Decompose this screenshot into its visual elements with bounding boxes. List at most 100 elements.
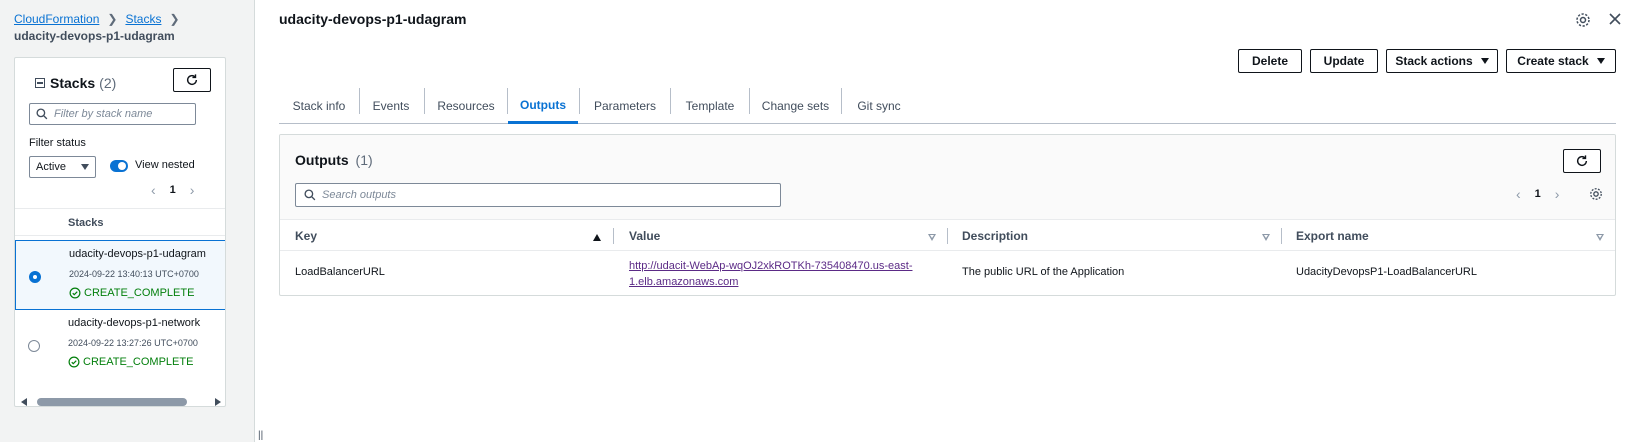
chevron-right-icon: ❯ — [169, 12, 180, 26]
column-header-description[interactable]: Description — [962, 221, 1028, 251]
filter-stack-input[interactable]: Filter by stack name — [29, 103, 196, 125]
url-line-1: http://udacit-WebAp-wqOJ2xkROTKh-7354084… — [629, 260, 913, 272]
scroll-left-icon[interactable] — [21, 398, 27, 406]
scrollbar-thumb[interactable] — [37, 398, 187, 406]
url-line-2: 1.elb.amazonaws.com — [629, 276, 739, 288]
view-nested-toggle[interactable] — [110, 160, 128, 172]
sort-icon[interactable] — [1262, 234, 1270, 241]
tab-outputs[interactable]: Outputs — [508, 88, 578, 124]
tab-git-sync[interactable]: Git sync — [842, 88, 916, 124]
chevron-right-icon[interactable]: › — [190, 182, 195, 198]
search-outputs-input[interactable]: Search outputs — [295, 183, 781, 207]
stacks-title: Stacks — [50, 75, 96, 91]
tab-change-sets[interactable]: Change sets — [750, 88, 841, 124]
close-icon[interactable] — [1608, 12, 1622, 26]
refresh-icon — [186, 74, 198, 86]
stack-date: 2024-09-22 13:40:13 UTC+0700 — [69, 269, 199, 279]
delete-label: Delete — [1251, 54, 1289, 68]
breadcrumb-stacks[interactable]: Stacks — [125, 12, 161, 26]
search-icon — [304, 189, 316, 201]
stack-radio[interactable] — [29, 271, 41, 283]
caret-down-icon — [1596, 58, 1605, 64]
stack-row[interactable]: udacity-devops-p1-network 2024-09-22 13:… — [15, 310, 225, 380]
filter-status-value: Active — [36, 161, 66, 173]
sort-ascending-icon[interactable] — [593, 234, 601, 241]
gear-icon[interactable] — [1575, 12, 1591, 28]
stacks-list-panel: Stacks (2) Filter by stack name Filter s… — [14, 57, 226, 407]
search-icon — [36, 108, 48, 120]
output-export-name: UdacityDevopsP1-LoadBalancerURL — [1296, 266, 1477, 278]
resize-handle-icon[interactable]: || — [258, 430, 263, 441]
stack-actions-button[interactable]: Stack actions — [1386, 49, 1498, 73]
column-header-value[interactable]: Value — [629, 221, 660, 251]
column-header-export-name[interactable]: Export name — [1296, 221, 1369, 251]
column-header-key[interactable]: Key — [295, 221, 317, 251]
tab-resources[interactable]: Resources — [425, 88, 507, 124]
tab-template[interactable]: Template — [671, 88, 749, 124]
update-label: Update — [1323, 54, 1365, 68]
caret-down-icon — [81, 164, 89, 170]
tab-parameters[interactable]: Parameters — [580, 88, 670, 124]
outputs-panel: Outputs (1) Search outputs ‹ 1 › Key Val… — [279, 134, 1616, 296]
filter-placeholder: Filter by stack name — [54, 108, 153, 120]
refresh-stacks-button[interactable] — [173, 68, 211, 92]
breadcrumb-current: udacity-devops-p1-udagram — [14, 29, 175, 43]
sort-icon[interactable] — [1596, 234, 1604, 241]
load-balancer-url-link[interactable]: http://udacit-WebAp-wqOJ2xkROTKh-7354084… — [629, 260, 913, 288]
stack-date: 2024-09-22 13:27:26 UTC+0700 — [68, 338, 198, 348]
stacks-panel-title: Stacks (2) — [35, 75, 116, 91]
view-nested-label: View nested — [135, 159, 195, 171]
stacks-table-header: Stacks — [15, 208, 225, 236]
page-number[interactable]: 1 — [170, 184, 176, 196]
output-description: The public URL of the Application — [962, 266, 1125, 278]
outputs-title-text: Outputs — [295, 152, 349, 168]
create-stack-label: Create stack — [1517, 54, 1589, 68]
chevron-left-icon[interactable]: ‹ — [151, 182, 156, 198]
tab-stack-info[interactable]: Stack info — [279, 88, 359, 124]
stack-actions-label: Stack actions — [1395, 54, 1473, 68]
refresh-icon — [1576, 155, 1588, 167]
outputs-count: (1) — [355, 152, 373, 168]
check-circle-icon — [68, 356, 80, 368]
chevron-left-icon[interactable]: ‹ — [1516, 186, 1521, 202]
horizontal-scrollbar[interactable] — [15, 396, 225, 406]
stack-tabs: Stack info Events Resources Outputs Para… — [279, 88, 1616, 124]
refresh-outputs-button[interactable] — [1563, 149, 1601, 173]
stack-name: udacity-devops-p1-network — [68, 317, 201, 329]
delete-button[interactable]: Delete — [1238, 49, 1302, 73]
filter-status-label: Filter status — [29, 137, 86, 149]
collapse-icon[interactable] — [35, 78, 45, 88]
create-stack-button[interactable]: Create stack — [1506, 49, 1616, 73]
navigation-panel: CloudFormation ❯ Stacks ❯ udacity-devops… — [0, 0, 263, 442]
gear-icon[interactable] — [1589, 187, 1603, 201]
stack-status: CREATE_COMPLETE — [68, 356, 193, 368]
filter-status-select[interactable]: Active — [29, 156, 96, 178]
caret-down-icon — [1480, 58, 1489, 64]
check-circle-icon — [69, 287, 81, 299]
breadcrumb-cloudformation[interactable]: CloudFormation — [14, 12, 99, 26]
update-button[interactable]: Update — [1310, 49, 1378, 73]
sort-icon[interactable] — [928, 234, 936, 241]
outputs-title: Outputs (1) — [295, 152, 373, 168]
output-value: http://udacit-WebAp-wqOJ2xkROTKh-7354084… — [629, 258, 913, 290]
stack-status-text: CREATE_COMPLETE — [84, 287, 195, 299]
outputs-pagination: ‹ 1 › — [1516, 186, 1559, 202]
stack-row[interactable]: udacity-devops-p1-udagram 2024-09-22 13:… — [15, 240, 225, 310]
tab-events[interactable]: Events — [360, 88, 422, 124]
stacks-count: (2) — [99, 75, 117, 91]
chevron-right-icon: ❯ — [107, 12, 118, 26]
stack-radio[interactable] — [28, 340, 40, 352]
breadcrumb: CloudFormation ❯ Stacks ❯ — [14, 12, 188, 26]
scroll-right-icon[interactable] — [215, 398, 221, 406]
outputs-header: Outputs (1) Search outputs ‹ 1 › — [280, 135, 1615, 220]
stacks-pagination: ‹ 1 › — [151, 182, 194, 198]
chevron-right-icon[interactable]: › — [1555, 186, 1560, 202]
page-number[interactable]: 1 — [1535, 188, 1541, 200]
search-outputs-placeholder: Search outputs — [322, 189, 396, 201]
stacks-column-header: Stacks — [68, 217, 104, 229]
page-title: udacity-devops-p1-udagram — [279, 11, 467, 27]
stack-status-text: CREATE_COMPLETE — [83, 356, 194, 368]
output-key: LoadBalancerURL — [295, 266, 385, 278]
stack-status: CREATE_COMPLETE — [69, 287, 194, 299]
stack-name: udacity-devops-p1-udagram — [69, 248, 206, 260]
